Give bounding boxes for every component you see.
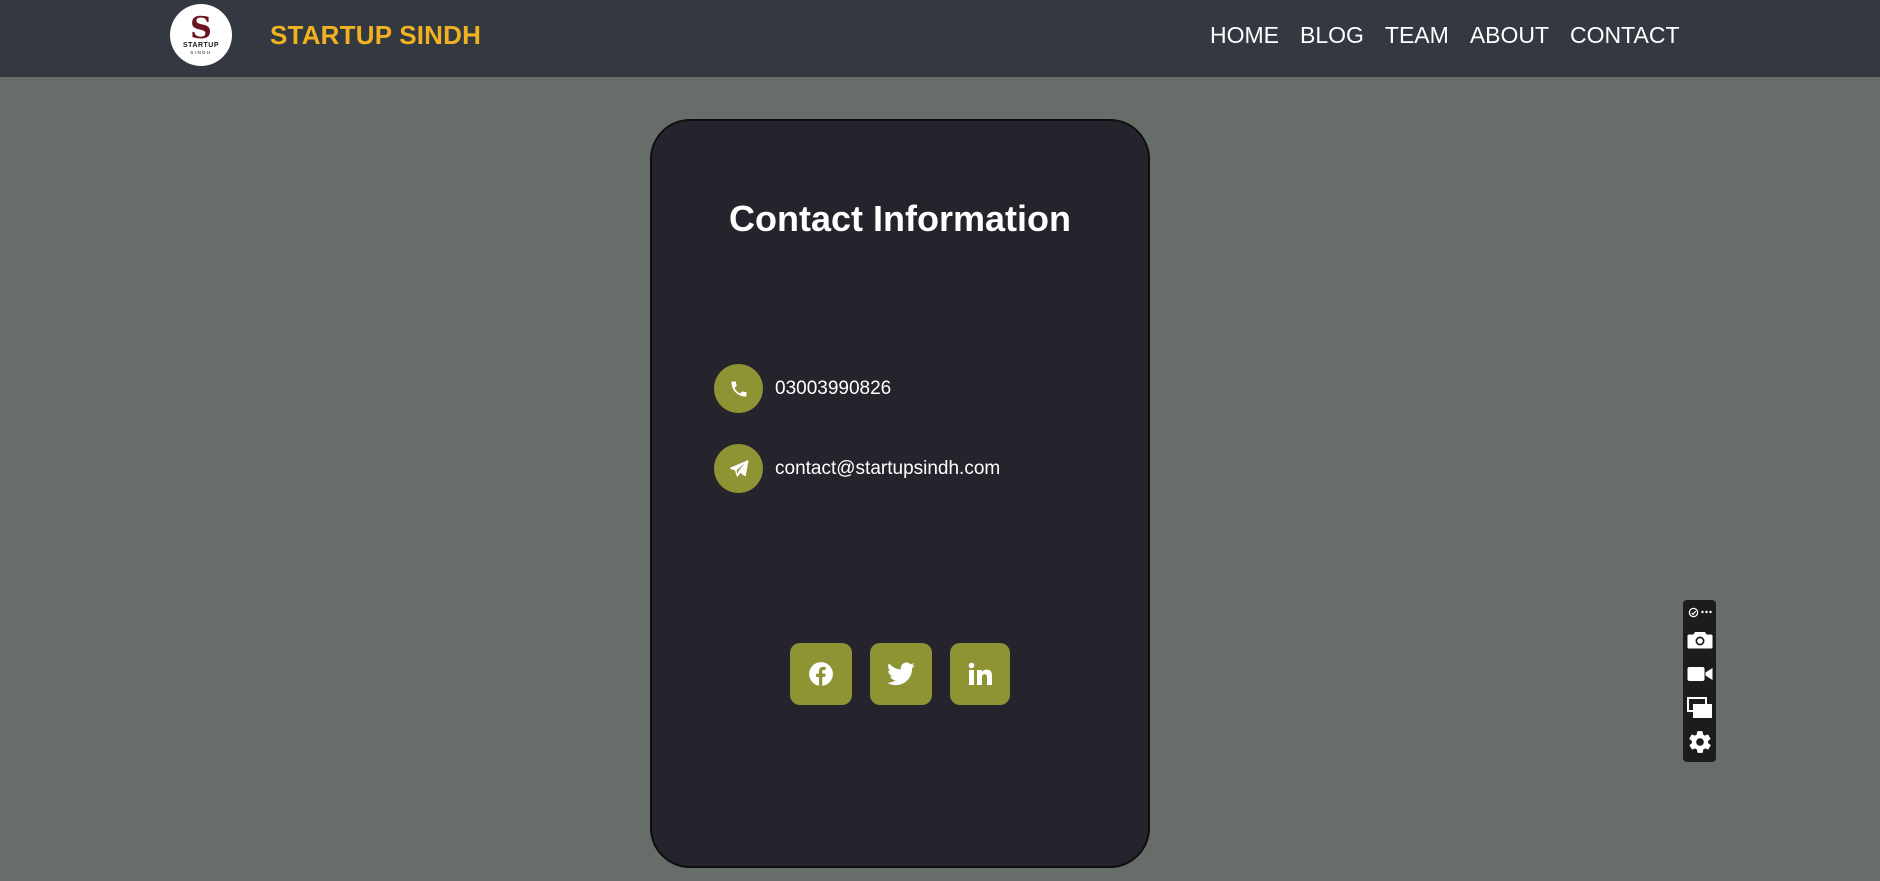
phone-row: 03003990826 bbox=[714, 364, 891, 413]
twitter-icon bbox=[887, 662, 915, 686]
brand-title[interactable]: STARTUP SINDH bbox=[270, 20, 481, 51]
nav-blog[interactable]: BLOG bbox=[1300, 20, 1364, 50]
social-links bbox=[790, 643, 1010, 705]
screen-capture-toolbar bbox=[1683, 600, 1716, 762]
nav-about[interactable]: ABOUT bbox=[1470, 20, 1549, 50]
extension-icon[interactable] bbox=[1688, 607, 1699, 618]
nav-contact[interactable]: CONTACT bbox=[1570, 20, 1679, 50]
screenshot-button[interactable] bbox=[1687, 627, 1713, 653]
linkedin-button[interactable] bbox=[950, 643, 1010, 705]
contact-card: Contact Information 03003990826 contact@… bbox=[650, 119, 1150, 868]
facebook-icon bbox=[809, 662, 833, 686]
email-row: contact@startupsindh.com bbox=[714, 444, 1000, 493]
email-address[interactable]: contact@startupsindh.com bbox=[775, 458, 1000, 480]
logo[interactable]: S STARTUP SINDH bbox=[170, 4, 232, 66]
twitter-button[interactable] bbox=[870, 643, 932, 705]
paper-plane-icon bbox=[714, 444, 763, 493]
phone-icon bbox=[714, 364, 763, 413]
gear-icon bbox=[1688, 731, 1711, 753]
toolbar-header bbox=[1688, 605, 1712, 619]
settings-button[interactable] bbox=[1687, 729, 1713, 755]
more-icon[interactable] bbox=[1700, 610, 1712, 614]
camera-icon bbox=[1687, 632, 1712, 649]
logo-mark: S bbox=[190, 11, 212, 46]
navbar: S STARTUP SINDH STARTUP SINDH HOME BLOG … bbox=[0, 0, 1880, 77]
phone-number[interactable]: 03003990826 bbox=[775, 378, 891, 400]
linkedin-icon bbox=[968, 662, 992, 685]
record-video-button[interactable] bbox=[1687, 661, 1713, 687]
main-nav: HOME BLOG TEAM ABOUT CONTACT bbox=[1210, 20, 1701, 50]
facebook-button[interactable] bbox=[790, 643, 852, 705]
nav-team[interactable]: TEAM bbox=[1385, 20, 1449, 50]
logo-text-line1: STARTUP bbox=[182, 42, 220, 49]
logo-text-line2: SINDH bbox=[190, 50, 212, 55]
screens-button[interactable] bbox=[1686, 695, 1713, 721]
contact-title: Contact Information bbox=[729, 198, 1071, 239]
video-icon bbox=[1687, 667, 1712, 681]
nav-home[interactable]: HOME bbox=[1210, 20, 1279, 50]
screens-icon bbox=[1686, 697, 1712, 718]
